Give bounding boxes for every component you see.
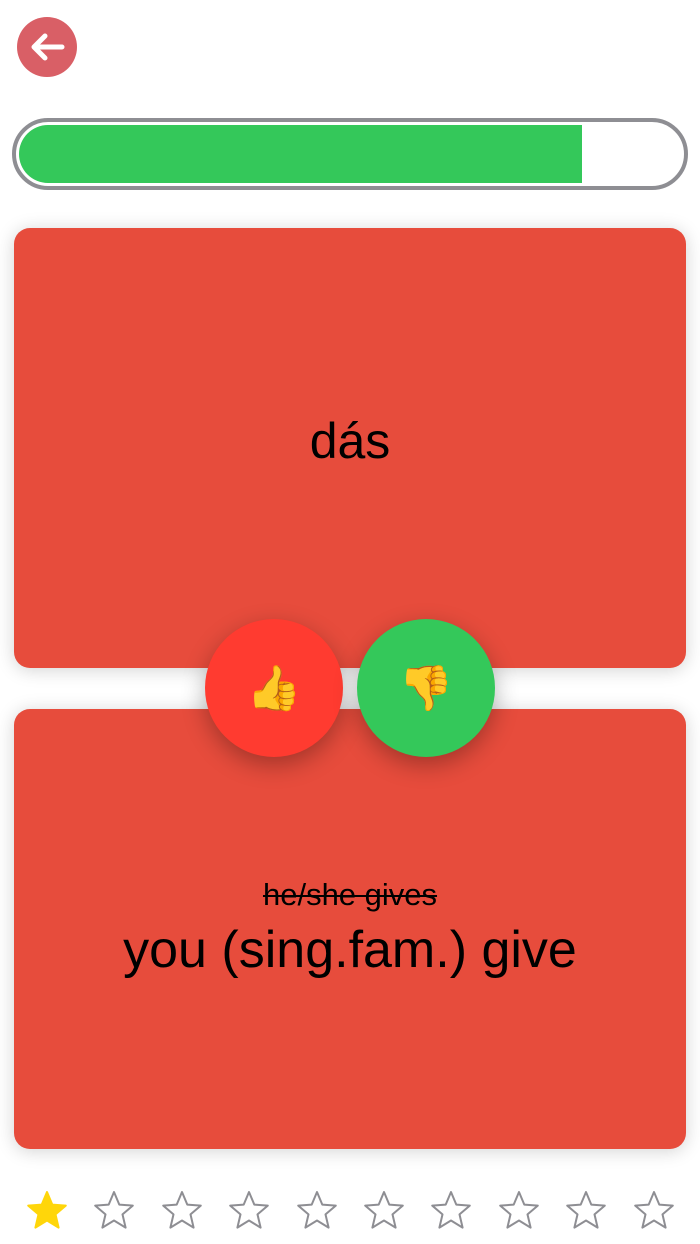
thumbs-up-icon: 👍: [246, 664, 302, 713]
star-empty-icon: [93, 1189, 135, 1231]
flashcard-word: dás: [309, 413, 391, 469]
star-filled-icon: [26, 1189, 68, 1231]
star-empty-icon: [430, 1189, 472, 1231]
thumbs-down-icon: 👎: [398, 664, 454, 713]
flashcard-front[interactable]: dás: [14, 228, 686, 668]
progress-fill: [19, 125, 582, 183]
star-empty-icon: [565, 1189, 607, 1231]
answer-block: he/she gives you (sing.fam.) give: [14, 879, 686, 976]
star-empty-icon: [296, 1189, 338, 1231]
correct-answer: you (sing.fam.) give: [123, 921, 577, 979]
star-rating: [26, 1189, 676, 1233]
arrow-left-icon: [29, 32, 65, 62]
thumbs-up-button[interactable]: 👍: [205, 619, 343, 757]
star-empty-icon: [363, 1189, 405, 1231]
star-empty-icon: [228, 1189, 270, 1231]
wrong-answer: he/she gives: [262, 877, 438, 912]
thumbs-down-button[interactable]: 👎: [357, 619, 495, 757]
star-empty-icon: [161, 1189, 203, 1231]
back-button[interactable]: [17, 17, 77, 77]
progress-bar: [12, 118, 688, 190]
star-empty-icon: [498, 1189, 540, 1231]
star-empty-icon: [633, 1189, 675, 1231]
flashcard-back[interactable]: he/she gives you (sing.fam.) give: [14, 709, 686, 1149]
